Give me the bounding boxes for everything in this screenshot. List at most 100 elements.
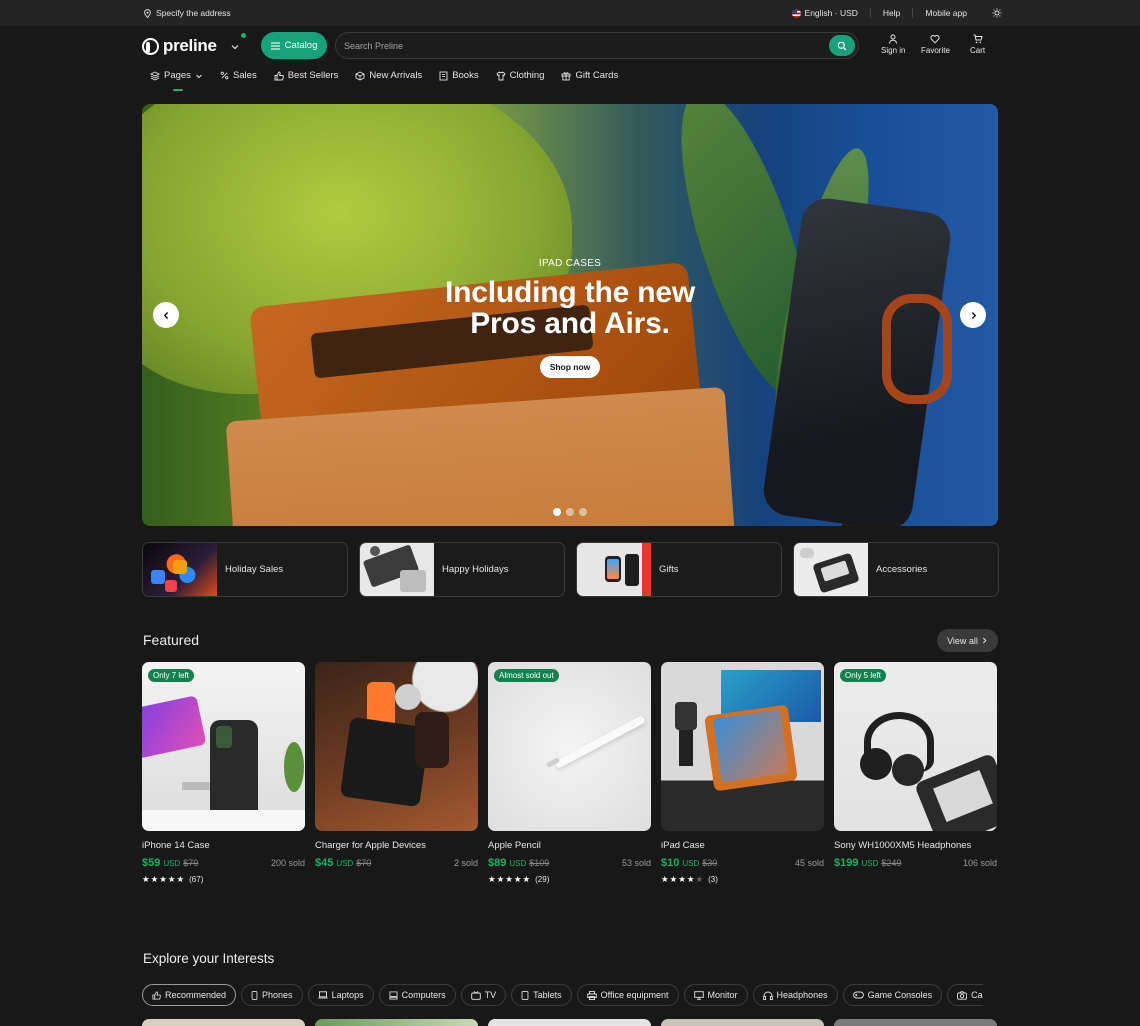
product-name[interactable]: iPhone 14 Case: [142, 840, 305, 851]
category-card-happy-holidays[interactable]: Happy Holidays: [359, 542, 565, 597]
nav-item-pages[interactable]: Pages: [150, 70, 203, 91]
product-sold-count: 2 sold: [453, 858, 478, 868]
star-icon: ★: [176, 874, 185, 884]
nav-label: Best Sellers: [287, 70, 339, 81]
layers-icon: [150, 70, 160, 81]
product-tile[interactable]: [661, 1019, 824, 1026]
favorite-label: Favorite: [921, 46, 950, 55]
star-icon: ★: [167, 874, 176, 884]
product-price: $89: [488, 857, 507, 869]
carousel-dot[interactable]: [566, 508, 574, 516]
chip-label: Tablets: [533, 990, 562, 1000]
product-rating: ★ ★ ★ ★ ★ (67): [142, 874, 305, 885]
search-button[interactable]: [829, 35, 855, 56]
category-card-gifts[interactable]: Gifts: [576, 542, 782, 597]
carousel-dot[interactable]: [579, 508, 587, 516]
address-link[interactable]: Specify the address: [143, 8, 231, 18]
chip-label: Monitor: [707, 990, 738, 1000]
book-icon: [439, 71, 448, 80]
chip-tv[interactable]: TV: [460, 984, 507, 1006]
chip-computers[interactable]: Computers: [378, 984, 456, 1006]
search-input[interactable]: Search Preline: [335, 32, 859, 59]
computer-icon: [389, 990, 398, 1000]
product-image[interactable]: Only 7 left: [142, 662, 305, 831]
help-link[interactable]: Help: [883, 8, 900, 18]
nav-item-clothing[interactable]: Clothing: [496, 70, 544, 81]
thumbs-up-icon: [152, 990, 161, 1000]
cart-label: Cart: [970, 46, 986, 55]
category-label: Happy Holidays: [442, 564, 509, 575]
chip-headphones[interactable]: Headphones: [752, 984, 838, 1006]
product-old-price: $30: [702, 858, 718, 868]
chip-monitor[interactable]: Monitor: [683, 984, 748, 1006]
carousel-prev-button[interactable]: [153, 302, 179, 328]
hero-carousel: IPAD CASES Including the new Pros and Ai…: [142, 104, 998, 526]
product-card[interactable]: Almost sold out Apple Pencil $89 USD $10…: [488, 662, 651, 885]
product-image[interactable]: [661, 662, 824, 831]
product-price: $10: [661, 857, 680, 869]
shop-now-button[interactable]: Shop now: [540, 356, 600, 378]
product-card[interactable]: iPad Case $10 USD $30 45 sold ★ ★ ★ ★ ★ (3): [661, 662, 824, 885]
star-icon: ★: [488, 874, 496, 884]
menu-icon: [270, 41, 280, 50]
tablet-icon: [521, 990, 529, 1000]
chip-cameras[interactable]: Cameras: [947, 984, 983, 1006]
sign-in-button[interactable]: Sign in: [881, 34, 905, 55]
nav-item-best-sellers[interactable]: Best Sellers: [274, 70, 339, 81]
catalog-button[interactable]: Catalog: [261, 32, 327, 59]
product-tile[interactable]: [142, 1019, 305, 1026]
product-name[interactable]: Apple Pencil: [488, 840, 651, 851]
nav-item-new-arrivals[interactable]: New Arrivals: [355, 70, 422, 81]
category-card-accessories[interactable]: Accessories: [793, 542, 999, 597]
category-image: [360, 543, 434, 596]
star-icon: ★: [686, 874, 695, 884]
view-all-button[interactable]: View all: [937, 629, 998, 652]
chip-recommended[interactable]: Recommended: [142, 984, 237, 1006]
cart-icon: [973, 34, 983, 44]
theme-toggle-icon[interactable]: [992, 8, 1002, 18]
carousel-next-button[interactable]: [960, 302, 986, 328]
nav-item-books[interactable]: Books: [439, 70, 479, 81]
mobile-app-link[interactable]: Mobile app: [925, 8, 967, 18]
nav-item-gift-cards[interactable]: Gift Cards: [561, 70, 618, 81]
category-card-holiday-sales[interactable]: Holiday Sales: [142, 542, 348, 597]
product-image[interactable]: Only 5 left: [834, 662, 997, 831]
chevron-down-icon[interactable]: [229, 42, 241, 52]
product-card[interactable]: Only 7 left iPhone 14 Case $59 USD $79 2…: [142, 662, 305, 885]
product-image[interactable]: Almost sold out: [488, 662, 651, 831]
gamepad-icon: [852, 991, 864, 999]
language-selector[interactable]: English · USD: [791, 8, 858, 18]
product-tile[interactable]: [834, 1019, 997, 1026]
price-row: $10 USD $30 45 sold: [661, 857, 824, 869]
thumbs-up-icon: [274, 71, 284, 80]
product-tile[interactable]: [315, 1019, 478, 1026]
product-name[interactable]: iPad Case: [661, 840, 824, 851]
product-currency: USD: [509, 859, 527, 868]
catalog-label: Catalog: [284, 40, 318, 51]
product-tile[interactable]: [488, 1019, 651, 1026]
product-name[interactable]: Charger for Apple Devices: [315, 840, 478, 851]
product-card[interactable]: Only 5 left Sony WH1000XM5 Headphones $1…: [834, 662, 997, 885]
nav-item-sales[interactable]: Sales: [220, 70, 257, 81]
chip-phones[interactable]: Phones: [241, 984, 303, 1006]
chip-office-equipment[interactable]: Office equipment: [576, 984, 679, 1006]
product-currency: USD: [861, 859, 879, 868]
product-old-price: $79: [183, 858, 199, 868]
product-old-price: $70: [356, 858, 372, 868]
chip-game-consoles[interactable]: Game Consoles: [842, 984, 943, 1006]
chip-label: Recommended: [165, 990, 227, 1000]
cart-button[interactable]: Cart: [970, 34, 985, 55]
carousel-dot[interactable]: [553, 508, 561, 516]
product-price: $45: [315, 857, 334, 869]
product-name[interactable]: Sony WH1000XM5 Headphones: [834, 840, 997, 851]
star-icon: ★: [159, 874, 167, 884]
chip-tablets[interactable]: Tablets: [511, 984, 572, 1006]
favorite-button[interactable]: Favorite: [921, 34, 950, 55]
preline-logo-icon: [142, 37, 159, 55]
chip-laptops[interactable]: Laptops: [307, 984, 374, 1006]
category-cards: Holiday Sales Happy Holidays Gifts Acces…: [142, 542, 999, 597]
logo[interactable]: preline: [142, 36, 217, 56]
product-image[interactable]: [315, 662, 478, 831]
product-card[interactable]: Charger for Apple Devices $45 USD $70 2 …: [315, 662, 478, 885]
